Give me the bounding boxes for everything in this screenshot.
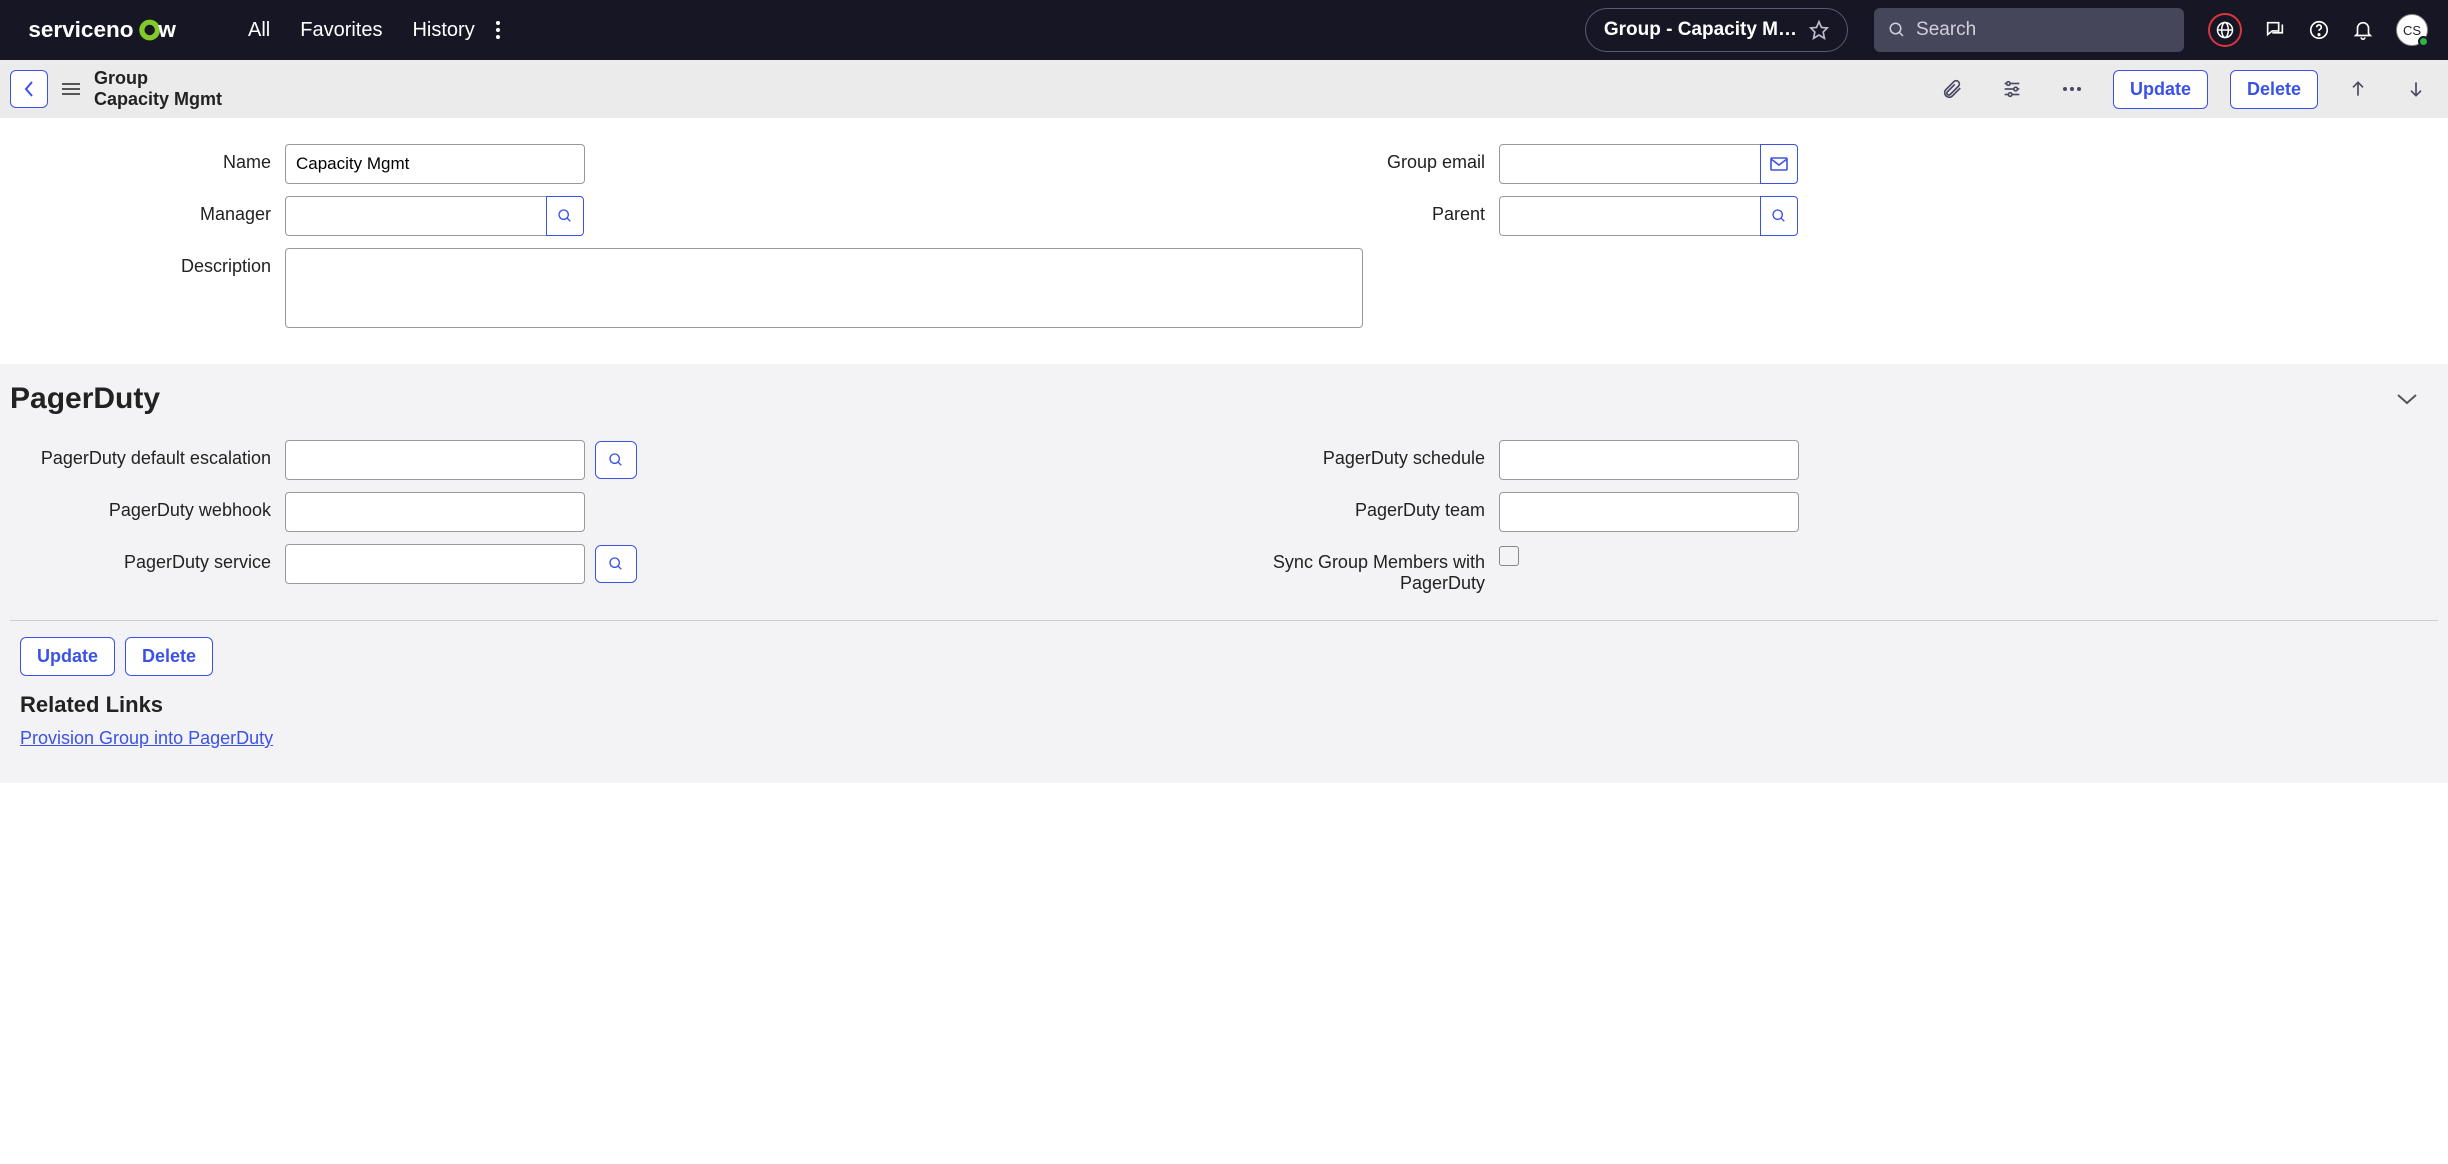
footer-delete-button[interactable]: Delete [125,637,213,676]
team-label: PagerDuty team [1224,492,1499,521]
nav-all[interactable]: All [248,19,270,42]
section-collapse-icon[interactable] [2396,392,2418,406]
service-lookup-icon[interactable] [595,545,637,583]
delete-button[interactable]: Delete [2230,70,2318,109]
group-email-input[interactable] [1499,144,1761,184]
parent-lookup-icon[interactable] [1760,196,1798,236]
avatar-initials: CS [2403,23,2421,38]
sync-label: Sync Group Members with PagerDuty [1224,544,1499,594]
section-title: PagerDuty [10,382,160,416]
svg-text:serviceno: serviceno [28,17,133,42]
record-name: Capacity Mgmt [94,89,222,110]
team-input[interactable] [1499,492,1799,532]
form-main: Name Group email Manager [0,118,2448,364]
servicenow-logo[interactable]: serviceno w [20,16,210,44]
divider [10,620,2438,621]
back-button[interactable] [10,70,48,108]
manager-input[interactable] [285,196,547,236]
update-button[interactable]: Update [2113,70,2208,109]
top-bar: serviceno w All Favorites History Group … [0,0,2448,60]
chat-icon[interactable] [2264,19,2286,41]
nav-links: All Favorites History [248,19,475,42]
service-input[interactable] [285,544,585,584]
globe-icon[interactable] [2208,13,2242,47]
related-links-heading: Related Links [10,676,2438,724]
next-record-icon[interactable] [2406,79,2426,99]
breadcrumb-pill[interactable]: Group - Capacity M… [1585,8,1848,52]
previous-record-icon[interactable] [2348,79,2368,99]
attachment-icon[interactable] [1941,78,1963,100]
schedule-label: PagerDuty schedule [1224,440,1499,469]
record-title: Group Capacity Mgmt [94,68,222,110]
bell-icon[interactable] [2352,19,2374,41]
nav-more-icon[interactable] [495,20,501,40]
provision-link[interactable]: Provision Group into PagerDuty [20,728,273,748]
pagerduty-section: PagerDuty PagerDuty default escalation P… [0,364,2448,783]
description-label: Description [10,248,285,277]
user-avatar[interactable]: CS [2396,14,2428,46]
global-search[interactable] [1874,8,2184,52]
sync-checkbox[interactable] [1499,546,1519,566]
breadcrumb-title: Group - Capacity M… [1604,19,1797,41]
name-input[interactable] [285,144,585,184]
parent-label: Parent [1224,196,1499,225]
description-input[interactable] [285,248,1363,328]
record-type: Group [94,68,222,89]
svg-text:w: w [157,17,176,42]
help-icon[interactable] [2308,19,2330,41]
presence-indicator [2418,36,2429,47]
nav-history[interactable]: History [412,19,474,42]
name-label: Name [10,144,285,173]
webhook-label: PagerDuty webhook [10,492,285,521]
service-label: PagerDuty service [10,544,285,573]
default-escalation-lookup-icon[interactable] [595,441,637,479]
settings-icon[interactable] [2001,78,2023,100]
manager-lookup-icon[interactable] [546,196,584,236]
default-escalation-input[interactable] [285,440,585,480]
manager-label: Manager [10,196,285,225]
more-actions-icon[interactable] [2061,85,2083,93]
search-icon [1888,20,1906,40]
search-input[interactable] [1916,19,2170,41]
header-icons: CS [2208,13,2428,47]
email-icon[interactable] [1760,144,1798,184]
schedule-input[interactable] [1499,440,1799,480]
footer-update-button[interactable]: Update [20,637,115,676]
nav-favorites[interactable]: Favorites [300,19,382,42]
group-email-label: Group email [1224,144,1499,173]
form-header: Group Capacity Mgmt Update Delete [0,60,2448,118]
parent-input[interactable] [1499,196,1761,236]
favorite-star-icon[interactable] [1809,20,1829,40]
default-escalation-label: PagerDuty default escalation [10,440,285,469]
webhook-input[interactable] [285,492,585,532]
context-menu-icon[interactable] [62,82,80,96]
